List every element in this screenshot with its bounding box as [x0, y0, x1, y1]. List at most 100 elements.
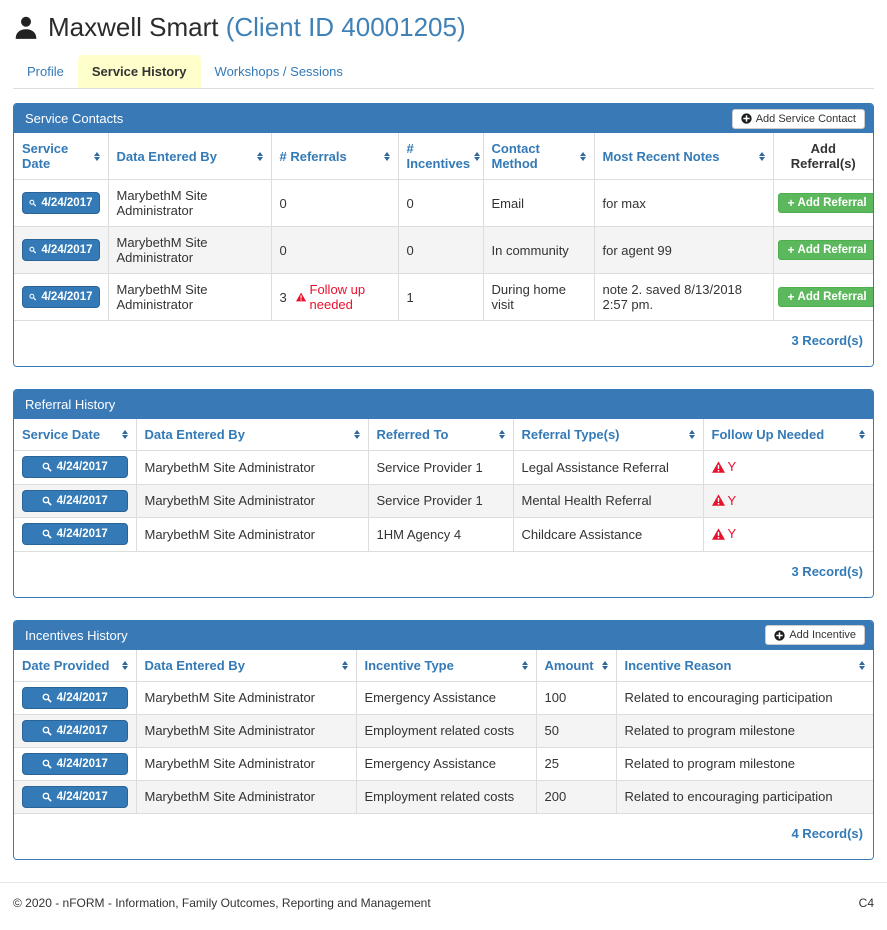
column-header-date-provided[interactable]: Date Provided: [14, 650, 136, 682]
referred-to-cell: 1HM Agency 4: [368, 518, 513, 552]
notes-cell: note 2. saved 8/13/2018 2:57 pm.: [594, 274, 773, 321]
header-row: Service Date Data Entered By # Referrals…: [14, 133, 873, 180]
panel-title: Incentives History: [22, 628, 128, 643]
amount-cell: 100: [536, 681, 616, 714]
entered-by-cell: MarybethM Site Administrator: [108, 180, 271, 227]
page-code: C4: [859, 896, 874, 910]
sort-icon: [859, 661, 865, 670]
incentive-reason-cell: Related to program milestone: [616, 747, 873, 780]
sort-icon: [859, 430, 865, 439]
entered-by-cell: MarybethM Site Administrator: [136, 780, 356, 813]
column-header-referrals[interactable]: # Referrals: [271, 133, 398, 180]
column-header-follow-up-needed[interactable]: Follow Up Needed: [703, 419, 873, 451]
notes-cell: for agent 99: [594, 227, 773, 274]
referral-type-cell: Legal Assistance Referral: [513, 451, 703, 485]
magnifier-icon: [42, 759, 52, 769]
plus-icon: +: [788, 292, 795, 303]
add-incentive-button[interactable]: Add Incentive: [765, 625, 865, 645]
magnifier-icon: [42, 496, 52, 506]
incentive-type-cell: Emergency Assistance: [356, 681, 536, 714]
plus-circle-icon: [774, 630, 785, 641]
sort-icon: [580, 152, 586, 161]
service-contacts-panel: Service Contacts Add Service Contact Ser…: [13, 103, 874, 367]
table-row: 4/24/2017 MarybethM Site Administrator 0…: [14, 227, 873, 274]
contact-method-cell: In community: [483, 227, 594, 274]
notes-cell: for max: [594, 180, 773, 227]
record-count: 4 Record(s): [14, 814, 873, 859]
incentive-type-cell: Emergency Assistance: [356, 747, 536, 780]
panel-title: Referral History: [22, 397, 115, 412]
add-incentive-label: Add Incentive: [789, 628, 856, 642]
table-row: 4/24/2017 MarybethM Site Administrator E…: [14, 780, 873, 813]
sort-icon: [522, 661, 528, 670]
referrals-cell: 0: [271, 180, 398, 227]
page-title: Maxwell Smart (Client ID 40001205): [48, 12, 466, 43]
client-name: Maxwell Smart: [48, 12, 218, 42]
column-header-referral-type[interactable]: Referral Type(s): [513, 419, 703, 451]
table-row: 4/24/2017 MarybethM Site Administrator E…: [14, 681, 873, 714]
warning-icon: [296, 291, 306, 303]
incentives-cell: 1: [398, 274, 483, 321]
amount-cell: 200: [536, 780, 616, 813]
column-header-service-date[interactable]: Service Date: [14, 133, 108, 180]
service-contacts-heading: Service Contacts Add Service Contact: [14, 104, 873, 133]
panel-title: Service Contacts: [22, 111, 123, 126]
column-header-incentive-reason[interactable]: Incentive Reason: [616, 650, 873, 682]
tab-profile[interactable]: Profile: [13, 55, 78, 88]
view-incentive-button[interactable]: 4/24/2017: [22, 753, 128, 775]
column-header-service-date[interactable]: Service Date: [14, 419, 136, 451]
incentives-cell: 0: [398, 227, 483, 274]
column-header-most-recent-notes[interactable]: Most Recent Notes: [594, 133, 773, 180]
referral-history-heading: Referral History: [14, 390, 873, 419]
service-contacts-table: Service Date Data Entered By # Referrals…: [14, 133, 873, 321]
add-referral-button[interactable]: +Add Referral: [778, 240, 874, 260]
follow-up-cell: Y: [703, 518, 873, 552]
plus-icon: +: [788, 198, 795, 209]
view-incentive-button[interactable]: 4/24/2017: [22, 720, 128, 742]
sort-icon: [354, 430, 360, 439]
view-referral-button[interactable]: 4/24/2017: [22, 523, 128, 545]
incentive-reason-cell: Related to encouraging participation: [616, 681, 873, 714]
magnifier-icon: [42, 792, 52, 802]
view-incentive-button[interactable]: 4/24/2017: [22, 687, 128, 709]
referred-to-cell: Service Provider 1: [368, 451, 513, 485]
add-referral-button[interactable]: +Add Referral: [778, 287, 874, 307]
view-incentive-button[interactable]: 4/24/2017: [22, 786, 128, 808]
entered-by-cell: MarybethM Site Administrator: [108, 227, 271, 274]
magnifier-icon: [42, 693, 52, 703]
entered-by-cell: MarybethM Site Administrator: [136, 681, 356, 714]
incentive-reason-cell: Related to encouraging participation: [616, 780, 873, 813]
view-service-contact-button[interactable]: 4/24/2017: [22, 286, 100, 308]
sort-icon: [257, 152, 263, 161]
column-header-contact-method[interactable]: Contact Method: [483, 133, 594, 180]
column-header-data-entered-by[interactable]: Data Entered By: [108, 133, 271, 180]
page-footer: © 2020 - nFORM - Information, Family Out…: [0, 882, 887, 930]
entered-by-cell: MarybethM Site Administrator: [136, 747, 356, 780]
tab-workshops-sessions[interactable]: Workshops / Sessions: [201, 55, 357, 88]
view-referral-button[interactable]: 4/24/2017: [22, 456, 128, 478]
view-service-contact-button[interactable]: 4/24/2017: [22, 192, 100, 214]
referral-history-panel: Referral History Service Date Data Enter…: [13, 389, 874, 598]
contact-method-cell: During home visit: [483, 274, 594, 321]
add-service-contact-label: Add Service Contact: [756, 112, 856, 126]
magnifier-icon: [42, 462, 52, 472]
tab-service-history[interactable]: Service History: [78, 55, 201, 88]
add-referral-button[interactable]: +Add Referral: [778, 193, 874, 213]
sort-icon: [474, 152, 480, 161]
column-header-data-entered-by[interactable]: Data Entered By: [136, 650, 356, 682]
column-header-data-entered-by[interactable]: Data Entered By: [136, 419, 368, 451]
column-header-amount[interactable]: Amount: [536, 650, 616, 682]
column-header-referred-to[interactable]: Referred To: [368, 419, 513, 451]
view-service-contact-button[interactable]: 4/24/2017: [22, 239, 100, 261]
incentives-history-panel: Incentives History Add Incentive Date Pr…: [13, 620, 874, 860]
add-service-contact-button[interactable]: Add Service Contact: [732, 109, 865, 129]
amount-cell: 50: [536, 714, 616, 747]
view-referral-button[interactable]: 4/24/2017: [22, 490, 128, 512]
column-header-incentive-type[interactable]: Incentive Type: [356, 650, 536, 682]
record-count: 3 Record(s): [14, 321, 873, 366]
sort-icon: [342, 661, 348, 670]
plus-icon: +: [788, 245, 795, 256]
magnifier-icon: [42, 726, 52, 736]
column-header-incentives[interactable]: # Incentives: [398, 133, 483, 180]
table-row: 4/24/2017 MarybethM Site Administrator 1…: [14, 518, 873, 552]
